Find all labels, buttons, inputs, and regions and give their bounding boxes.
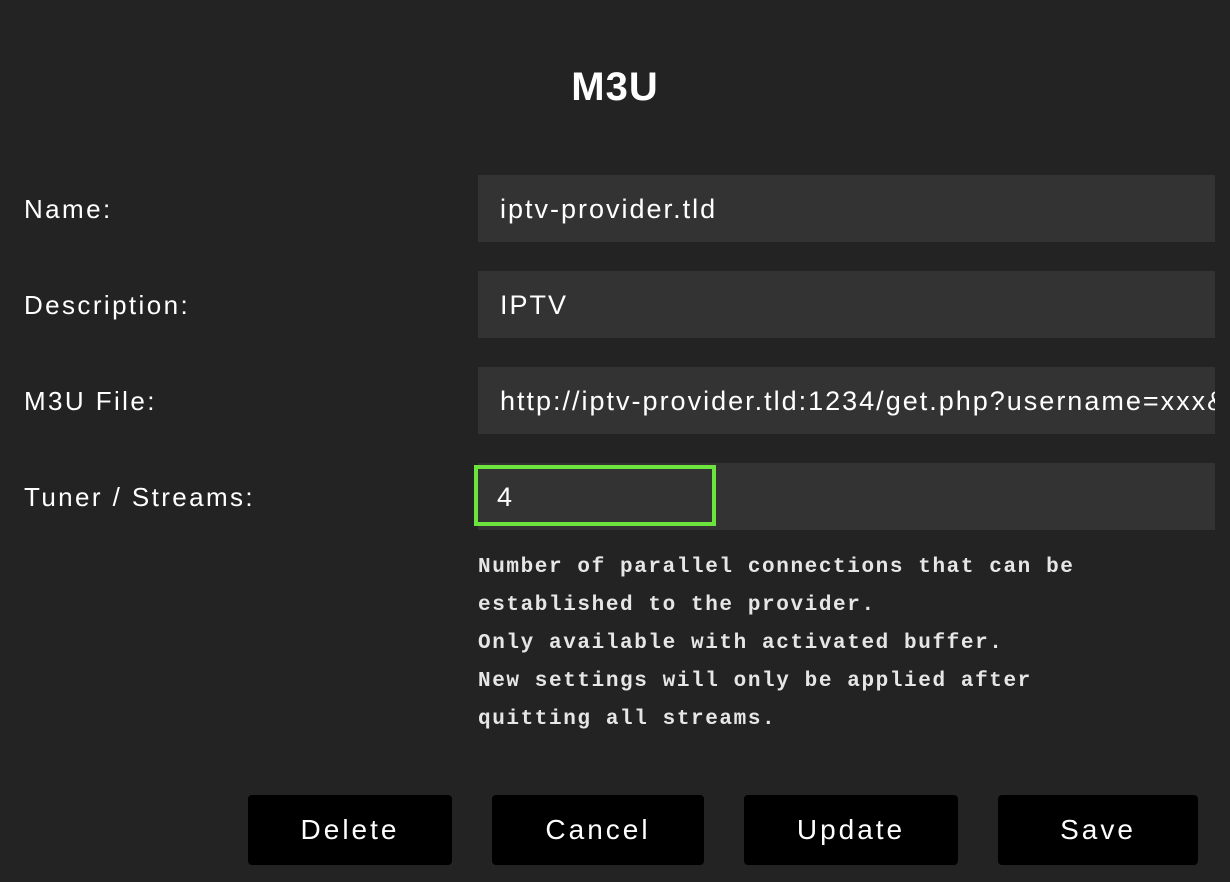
description-field[interactable]: IPTV [478, 271, 1215, 338]
hint-line: Number of parallel connections that can … [478, 556, 1075, 579]
tuner-streams-value: 4 [497, 482, 515, 512]
m3u-file-value: http://iptv-provider.tld:1234/get.php?us… [500, 386, 1215, 416]
dialog-title: M3U [571, 65, 659, 109]
cancel-button[interactable]: Cancel [492, 795, 704, 865]
description-value: IPTV [500, 290, 569, 320]
save-button[interactable]: Save [998, 795, 1198, 865]
name-value: iptv-provider.tld [500, 194, 718, 224]
hint-line: quitting all streams. [478, 708, 777, 731]
tuner-streams-input[interactable]: 4 [474, 465, 716, 526]
tuner-streams-label: Tuner / Streams: [24, 482, 256, 512]
m3u-file-field[interactable]: http://iptv-provider.tld:1234/get.php?us… [478, 367, 1215, 434]
name-label: Name: [24, 194, 113, 224]
hint-line: New settings will only be applied after [478, 670, 1032, 693]
hint-line: established to the provider. [478, 594, 876, 617]
name-field[interactable]: iptv-provider.tld [478, 175, 1215, 242]
hint-line: Only available with activated buffer. [478, 632, 1004, 655]
m3u-file-label: M3U File: [24, 386, 157, 416]
delete-button[interactable]: Delete [248, 795, 452, 865]
update-button[interactable]: Update [744, 795, 958, 865]
tuner-streams-hint: Number of parallel connections that can … [478, 549, 1075, 739]
description-label: Description: [24, 290, 191, 320]
